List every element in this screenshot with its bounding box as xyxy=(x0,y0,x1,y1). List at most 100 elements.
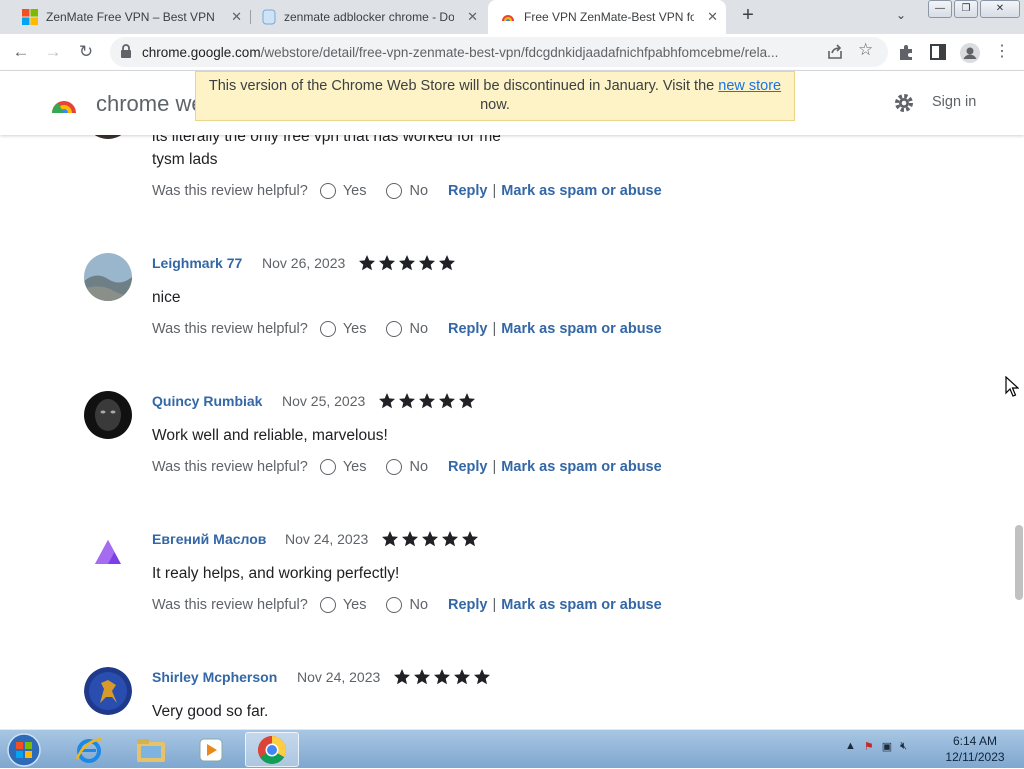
close-window-button[interactable]: ✕ xyxy=(980,0,1020,18)
report-abuse-link[interactable]: Mark as spam or abuse xyxy=(501,459,661,475)
taskbar-chrome[interactable] xyxy=(245,732,299,767)
yes-radio[interactable] xyxy=(319,321,336,337)
clock-time: 6:14 AM xyxy=(952,734,998,748)
star-icon xyxy=(379,393,395,409)
yes-label: Yes xyxy=(342,459,367,475)
back-icon[interactable]: ← xyxy=(10,41,32,63)
sign-in-link[interactable]: Sign in xyxy=(932,94,976,110)
helpful-row: Was this review helpful? Yes No Reply | Ma… xyxy=(152,183,662,199)
star-icon xyxy=(359,255,375,271)
close-tab-icon[interactable]: ✕ xyxy=(467,9,478,25)
tab-search-chevron-icon[interactable]: ⌄ xyxy=(896,8,906,22)
menu-icon[interactable]: ⋮ xyxy=(991,41,1013,63)
close-tab-icon[interactable]: ✕ xyxy=(707,9,718,25)
discontinuation-banner: This version of the Chrome Web Store wil… xyxy=(195,71,795,121)
minimize-button[interactable]: — xyxy=(928,0,952,18)
share-icon[interactable] xyxy=(826,43,844,61)
volume-muted-icon[interactable]: 🔇︎ xyxy=(900,740,907,753)
scrollbar-thumb[interactable] xyxy=(1015,525,1023,600)
review-date: Nov 24, 2023 xyxy=(297,669,381,685)
star-icon xyxy=(422,531,438,547)
reviewer-name[interactable]: Quincy Rumbiak xyxy=(152,393,262,409)
yes-label: Yes xyxy=(342,597,367,613)
taskbar-internet-explorer[interactable] xyxy=(62,732,116,767)
mouse-cursor-icon xyxy=(1005,376,1019,397)
system-clock[interactable]: 6:14 AM 12/11/2023 xyxy=(940,733,1010,765)
internet-explorer-icon xyxy=(75,737,103,763)
star-icon xyxy=(419,393,435,409)
report-abuse-link[interactable]: Mark as spam or abuse xyxy=(501,597,661,613)
restore-button[interactable]: ❐ xyxy=(954,0,978,18)
star-icon xyxy=(459,393,475,409)
helpful-label: Was this review helpful? xyxy=(152,321,308,337)
reply-link[interactable]: Reply xyxy=(448,321,488,337)
tab-title: Free VPN ZenMate-Best VPN for xyxy=(524,10,694,24)
network-icon[interactable]: ▣ xyxy=(882,740,892,753)
reviews-scroll-area[interactable]: its literally the only free vpn that has… xyxy=(0,71,1024,729)
lock-icon[interactable] xyxy=(120,44,132,58)
star-icon xyxy=(399,255,415,271)
review-text: nice xyxy=(152,289,181,306)
store-title[interactable]: chrome web store xyxy=(96,91,200,117)
side-panel-icon[interactable] xyxy=(929,43,947,61)
no-radio[interactable] xyxy=(386,321,403,337)
avatar xyxy=(84,529,132,577)
bookmark-star-icon[interactable]: ☆ xyxy=(858,40,873,60)
window-controls: — ❐ ✕ xyxy=(928,0,1022,18)
address-bar[interactable]: chrome.google.com/webstore/detail/free-v… xyxy=(110,37,888,67)
taskbar-media-player[interactable] xyxy=(184,732,238,767)
forward-icon[interactable]: → xyxy=(42,41,64,63)
page-icon xyxy=(262,9,276,25)
star-icon xyxy=(474,669,490,685)
star-icon xyxy=(414,669,430,685)
tab-free-vpn-zenmate[interactable]: Free VPN ZenMate-Best VPN for ✕ xyxy=(488,0,726,34)
url-path: /webstore/detail/free-vpn-zenmate-best-v… xyxy=(260,45,779,60)
helpful-row: Was this review helpful? Yes No Reply | Ma… xyxy=(152,597,662,613)
no-radio[interactable] xyxy=(386,183,403,199)
tab-adblocker-search[interactable]: zenmate adblocker chrome - Dog ✕ xyxy=(250,0,486,34)
review-date: Nov 24, 2023 xyxy=(285,531,369,547)
star-rating xyxy=(381,530,481,548)
yes-radio[interactable] xyxy=(319,459,336,475)
profile-icon[interactable] xyxy=(960,43,980,63)
reply-link[interactable]: Reply xyxy=(448,597,488,613)
banner-text: This version of the Chrome Web Store wil… xyxy=(208,78,719,94)
start-orb-icon[interactable] xyxy=(4,731,44,769)
close-tab-icon[interactable]: ✕ xyxy=(231,9,242,25)
star-icon xyxy=(454,669,470,685)
url-host: chrome.google.com xyxy=(142,45,261,60)
report-abuse-link[interactable]: Mark as spam or abuse xyxy=(501,321,661,337)
chrome-web-store-logo[interactable] xyxy=(50,91,78,115)
show-hidden-icons-icon[interactable]: ▲ xyxy=(845,740,856,753)
reviewer-name[interactable]: Евгений Маслов xyxy=(152,531,266,547)
new-store-link[interactable]: new store xyxy=(718,78,781,94)
no-radio[interactable] xyxy=(386,597,403,613)
no-label: No xyxy=(409,321,429,337)
tab-title: ZenMate Free VPN – Best VPN fo xyxy=(46,10,216,24)
reply-link[interactable]: Reply xyxy=(448,459,488,475)
windows-logo-icon xyxy=(22,9,38,25)
tab-zenmate[interactable]: ZenMate Free VPN – Best VPN fo ✕ xyxy=(10,0,250,34)
reload-icon[interactable]: ↻ xyxy=(75,41,97,63)
no-label: No xyxy=(409,183,429,199)
report-abuse-link[interactable]: Mark as spam or abuse xyxy=(501,183,661,199)
no-label: No xyxy=(409,459,429,475)
action-center-flag-icon[interactable]: ⚑ xyxy=(864,740,874,753)
taskbar-file-explorer[interactable] xyxy=(124,732,178,767)
gear-icon[interactable] xyxy=(893,92,915,114)
new-tab-button[interactable]: + xyxy=(736,4,760,27)
star-icon xyxy=(434,669,450,685)
tab-title: zenmate adblocker chrome - Dog xyxy=(284,10,454,24)
separator: | xyxy=(492,183,497,199)
separator: | xyxy=(492,597,497,613)
yes-radio[interactable] xyxy=(319,183,336,199)
separator: | xyxy=(492,459,497,475)
reviewer-name[interactable]: Leighmark 77 xyxy=(152,255,242,271)
extensions-icon[interactable] xyxy=(897,43,915,61)
yes-radio[interactable] xyxy=(319,597,336,613)
star-icon xyxy=(462,531,478,547)
no-radio[interactable] xyxy=(386,459,403,475)
reviewer-name[interactable]: Shirley Mcpherson xyxy=(152,669,277,685)
reply-link[interactable]: Reply xyxy=(448,183,488,199)
helpful-label: Was this review helpful? xyxy=(152,597,308,613)
